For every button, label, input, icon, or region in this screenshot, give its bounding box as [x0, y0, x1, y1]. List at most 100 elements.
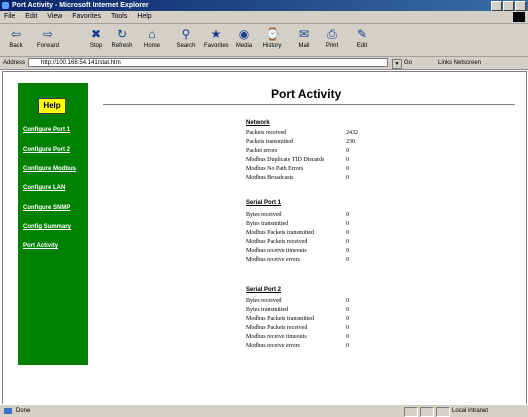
stop-label: Stop [89, 43, 103, 49]
nav-configure-port-1[interactable]: Configure Port 1 [23, 127, 70, 133]
section-heading-network: Network [246, 120, 270, 126]
stat-value: 0 [346, 325, 349, 331]
menu-file[interactable]: File [0, 11, 19, 23]
nav-configure-lan[interactable]: Configure LAN [23, 185, 65, 191]
stat-label: Packets transmitted [246, 139, 293, 145]
status-text: Done [16, 408, 31, 414]
stat-value: 230 [346, 139, 355, 145]
stat-label: Bytes transmitted [246, 221, 289, 227]
search-button[interactable]: ⚲ Search [174, 26, 198, 54]
stat-label: Modbus receive errors [246, 257, 300, 263]
media-button[interactable]: ◉ Media [232, 26, 256, 54]
stat-value: 0 [346, 212, 349, 218]
stat-label: Bytes received [246, 298, 282, 304]
stat-label: Modbus Packets transmitted [246, 316, 314, 322]
stat-label: Modbus Packets received [246, 325, 308, 331]
history-icon: ⌚ [265, 27, 280, 41]
favorites-label: Favorites [204, 43, 229, 49]
chevron-down-icon[interactable]: ▼ [392, 59, 402, 69]
links-bar[interactable]: Links Netscreen [438, 57, 481, 69]
media-label: Media [235, 43, 253, 49]
menu-help[interactable]: Help [133, 11, 155, 23]
close-icon[interactable] [515, 1, 526, 11]
refresh-icon: ↻ [116, 27, 128, 41]
window-title: Port Activity - Microsoft Internet Explo… [12, 2, 149, 9]
browser-toolbar: ⇦ Back ⇨ Forward ✖ Stop ↻ Refresh ⌂ Home ⚲ Sea… [0, 24, 528, 57]
stat-value: 0 [346, 307, 349, 313]
stat-label: Modbus Packets transmitted [246, 230, 314, 236]
nav-configure-port-2[interactable]: Configure Port 2 [23, 147, 70, 153]
print-label: Print [325, 43, 339, 49]
minimize-icon[interactable] [491, 1, 502, 11]
mail-icon: ✉ [298, 27, 310, 41]
menu-edit[interactable]: Edit [21, 11, 41, 23]
maximize-icon[interactable] [503, 1, 514, 11]
back-arrow-icon: ⇦ [10, 27, 22, 41]
stat-value: 0 [346, 175, 349, 181]
media-icon: ◉ [238, 27, 250, 41]
print-icon: ⎙ [327, 27, 337, 41]
stat-value: 0 [346, 157, 349, 163]
security-zone: Local intranet [452, 408, 489, 414]
stat-value: 0 [346, 248, 349, 254]
stat-value: 0 [346, 221, 349, 227]
menu-tools[interactable]: Tools [107, 11, 131, 23]
address-label: Address [3, 60, 26, 66]
print-button[interactable]: ⎙ Print [320, 26, 344, 54]
nav-config-summary[interactable]: Config Summary [23, 224, 71, 230]
back-button[interactable]: ⇦ Back [4, 26, 28, 54]
favorites-icon: ★ [210, 27, 222, 41]
page-done-icon [4, 408, 12, 414]
search-label: Search [176, 43, 196, 49]
home-label: Home [143, 43, 160, 49]
stop-button[interactable]: ✖ Stop [84, 26, 108, 54]
nav-configure-modbus[interactable]: Configure Modbus [23, 166, 76, 172]
refresh-button[interactable]: ↻ Refresh [110, 26, 134, 54]
url-input[interactable]: http://100.168.54.141/stat.htm [28, 58, 388, 67]
refresh-label: Refresh [111, 43, 133, 49]
favorites-button[interactable]: ★ Favorites [204, 26, 229, 54]
stat-value: 0 [346, 298, 349, 304]
stat-value: 0 [346, 316, 349, 322]
search-icon: ⚲ [181, 27, 191, 41]
ie-icon [2, 2, 9, 9]
stat-label: Packets received [246, 130, 287, 136]
stat-value: 0 [346, 230, 349, 236]
help-button[interactable]: Help [38, 98, 66, 114]
menu-bar: File Edit View Favorites Tools Help [0, 11, 528, 24]
stat-value: 2432 [346, 130, 358, 136]
stat-value: 0 [346, 239, 349, 245]
mail-button[interactable]: ✉ Mail [292, 26, 316, 54]
forward-arrow-icon: ⇨ [42, 27, 54, 41]
stat-value: 0 [346, 257, 349, 263]
stat-label: Modbus Duplicate TID Discards [246, 157, 325, 163]
window-controls [491, 1, 526, 11]
home-button[interactable]: ⌂ Home [140, 26, 164, 54]
stat-label: Modbus receive timeouts [246, 248, 307, 254]
stat-label: Modbus Broadcasts [246, 175, 294, 181]
stat-label: Modbus receive errors [246, 343, 300, 349]
title-divider [103, 104, 515, 105]
go-button[interactable]: Go [404, 57, 412, 69]
windows-logo-icon [513, 12, 525, 22]
menu-favorites[interactable]: Favorites [68, 11, 105, 23]
window-titlebar: Port Activity - Microsoft Internet Explo… [0, 0, 528, 11]
stat-value: 0 [346, 334, 349, 340]
stat-value: 0 [346, 343, 349, 349]
nav-configure-snmp[interactable]: Configure SNMP [23, 205, 70, 211]
history-button[interactable]: ⌚ History [260, 26, 284, 54]
stat-label: Bytes received [246, 212, 282, 218]
stat-label: Bytes transmitted [246, 307, 289, 313]
address-bar: Address http://100.168.54.141/stat.htm ▼… [0, 57, 528, 70]
edit-button[interactable]: ✎ Edit [350, 26, 374, 54]
edit-icon: ✎ [356, 27, 368, 41]
forward-button[interactable]: ⇨ Forward [36, 26, 60, 54]
page-title: Port Activity [271, 87, 342, 101]
stat-value: 0 [346, 148, 349, 154]
stop-icon: ✖ [90, 27, 102, 41]
forward-label: Forward [36, 43, 59, 49]
menu-view[interactable]: View [43, 11, 66, 23]
nav-port-activity[interactable]: Port Activity [23, 243, 58, 249]
home-icon: ⌂ [148, 27, 156, 41]
stat-label: Packet errors [246, 148, 278, 154]
